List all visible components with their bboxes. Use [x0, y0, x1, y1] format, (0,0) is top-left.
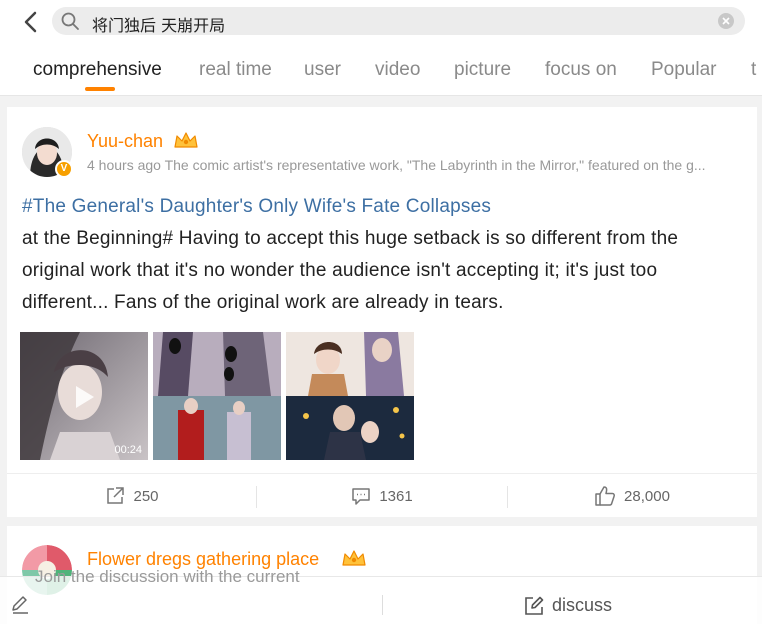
play-icon[interactable]	[74, 384, 96, 410]
bottom-bar: Join the discussion with the current dis…	[0, 567, 762, 624]
like-button[interactable]: 28,000	[507, 474, 757, 518]
discuss-button[interactable]: discuss	[524, 595, 612, 616]
crown-icon	[174, 132, 198, 148]
comment-button[interactable]: 1361	[257, 474, 507, 518]
comment-count: 1361	[379, 487, 413, 505]
tab-more[interactable]: t	[751, 59, 756, 81]
video-thumbnail[interactable]: 00:24	[20, 332, 148, 460]
comment-icon	[352, 488, 371, 505]
image-thumbnail[interactable]	[153, 332, 281, 460]
tab-real-time[interactable]: real time	[199, 59, 272, 81]
search-bar[interactable]: 将门独后 天崩开局	[52, 7, 745, 35]
pencil-icon[interactable]	[10, 595, 30, 615]
tab-comprehensive[interactable]: comprehensive	[33, 59, 162, 81]
search-query[interactable]: 将门独后 天崩开局	[92, 12, 225, 36]
active-tab-indicator	[85, 87, 115, 91]
image-thumbnail[interactable]	[286, 332, 414, 460]
tab-popular[interactable]: Popular	[651, 59, 717, 81]
edit-square-icon	[525, 596, 544, 615]
back-icon[interactable]	[18, 8, 46, 36]
comment-input-placeholder[interactable]: Join the discussion with the current	[35, 567, 300, 587]
post-text: at the Beginning# Having to accept this …	[22, 228, 679, 313]
repost-button[interactable]: 250	[7, 474, 257, 518]
tab-user[interactable]: user	[304, 59, 341, 81]
post-actions: 250 1361 28,000	[7, 473, 757, 517]
video-duration: 00:24	[114, 444, 142, 456]
topic-link[interactable]: #The General's Daughter's Only Wife's Fa…	[22, 196, 491, 217]
discuss-label: discuss	[552, 595, 613, 615]
crown-icon	[342, 550, 366, 566]
clear-icon[interactable]	[717, 12, 735, 30]
tab-focus-on[interactable]: focus on	[545, 59, 617, 81]
verified-badge-icon: V	[55, 160, 73, 178]
tab-strip: comprehensive real time user video pictu…	[0, 52, 762, 92]
username[interactable]: Yuu-chan	[87, 131, 163, 152]
tab-picture[interactable]: picture	[454, 59, 511, 81]
like-count: 28,000	[624, 487, 670, 505]
top-bar: 将门独后 天崩开局 comprehensive real time user v…	[0, 0, 762, 96]
post-meta: 4 hours ago The comic artist's represent…	[87, 157, 706, 173]
search-icon	[61, 12, 79, 30]
share-icon	[107, 487, 125, 504]
thumbs-up-icon	[595, 486, 616, 506]
post-card: V Yuu-chan 4 hours ago The comic artist'…	[7, 107, 757, 517]
tab-video[interactable]: video	[375, 59, 420, 81]
repost-count: 250	[133, 487, 159, 505]
post-body: #The General's Daughter's Only Wife's Fa…	[22, 191, 742, 319]
divider	[382, 595, 383, 615]
